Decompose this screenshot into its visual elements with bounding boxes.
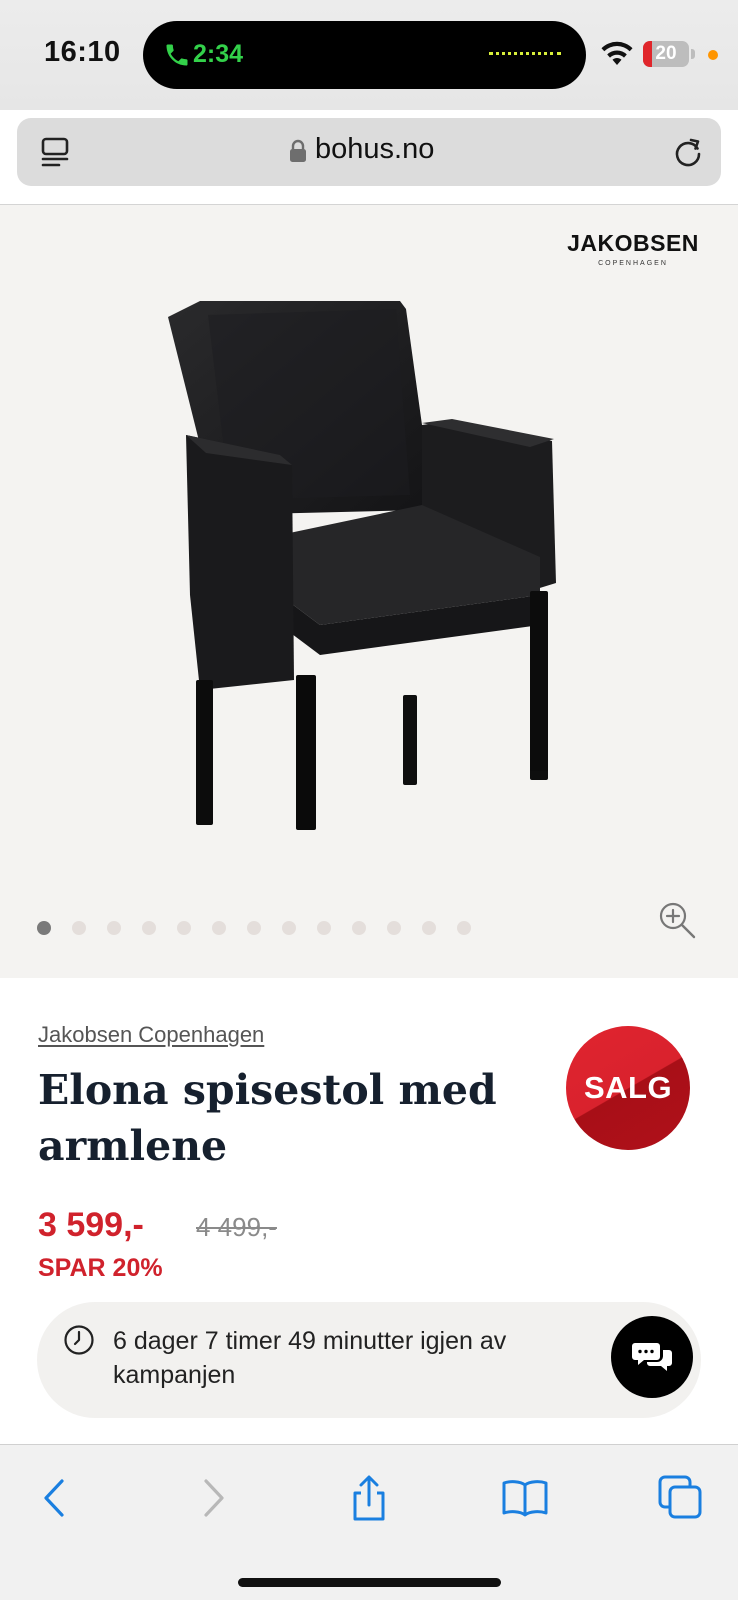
gallery-dot[interactable]: [422, 921, 436, 935]
battery-level: 20: [655, 43, 677, 64]
share-icon[interactable]: [344, 1473, 394, 1523]
savings-label: SPAR 20%: [38, 1254, 163, 1282]
brand-logo-sub: COPENHAGEN: [598, 260, 668, 267]
back-icon[interactable]: [30, 1473, 80, 1523]
zoom-icon[interactable]: [657, 900, 697, 940]
current-price: 3 599,-: [38, 1206, 144, 1244]
gallery-dot[interactable]: [282, 921, 296, 935]
reload-icon[interactable]: [671, 135, 705, 169]
address-bar[interactable]: bohus.no: [17, 118, 721, 186]
chat-button[interactable]: [611, 1316, 693, 1398]
url-text[interactable]: bohus.no: [315, 133, 434, 166]
dynamic-island-call[interactable]: 2:34: [143, 21, 586, 89]
clock-icon: [64, 1325, 94, 1355]
wifi-icon: [601, 41, 633, 65]
gallery-dot[interactable]: [352, 921, 366, 935]
brand-link[interactable]: Jakobsen Copenhagen: [38, 1022, 264, 1048]
campaign-text: 6 dager 7 timer 49 minutter igjen av kam…: [113, 1327, 507, 1389]
audio-wave-icon: [489, 52, 561, 58]
bookmarks-icon[interactable]: [500, 1473, 550, 1523]
gallery-dot[interactable]: [142, 921, 156, 935]
product-image[interactable]: [160, 295, 580, 835]
brand-logo-main: JAKOBSEN: [567, 230, 699, 256]
campaign-countdown: 6 dager 7 timer 49 minutter igjen av kam…: [37, 1302, 701, 1418]
product-title: Elona spisestol med armlene: [38, 1066, 497, 1170]
gallery-dot[interactable]: [107, 921, 121, 935]
gallery-pagination[interactable]: [37, 921, 471, 935]
gallery-dot[interactable]: [37, 921, 51, 935]
gallery-dot[interactable]: [72, 921, 86, 935]
status-time: 16:10: [44, 36, 121, 68]
sale-badge: SALG: [566, 1026, 690, 1150]
forward-icon[interactable]: [188, 1473, 238, 1523]
phone-icon: [166, 44, 188, 66]
status-bar: 16:10 2:34 20: [0, 0, 738, 110]
gallery-dot[interactable]: [247, 921, 261, 935]
gallery-dot[interactable]: [212, 921, 226, 935]
battery-tip: [691, 49, 695, 59]
lock-icon: [290, 139, 306, 162]
tabs-icon[interactable]: [656, 1473, 706, 1523]
privacy-indicator: [708, 50, 718, 60]
old-price: 4 499,-: [196, 1212, 277, 1242]
product-gallery[interactable]: JAKOBSEN COPENHAGEN: [0, 205, 738, 978]
home-indicator: [238, 1578, 501, 1587]
battery-icon: 20: [643, 41, 689, 67]
chat-icon: [632, 1343, 672, 1371]
gallery-dot[interactable]: [387, 921, 401, 935]
reader-icon[interactable]: [39, 135, 73, 169]
gallery-dot[interactable]: [457, 921, 471, 935]
call-duration: 2:34: [193, 40, 244, 68]
brand-logo: JAKOBSEN COPENHAGEN: [558, 230, 708, 267]
sale-badge-label: SALG: [583, 1070, 673, 1105]
gallery-dot[interactable]: [317, 921, 331, 935]
browser-toolbar: [0, 1444, 738, 1600]
gallery-dot[interactable]: [177, 921, 191, 935]
